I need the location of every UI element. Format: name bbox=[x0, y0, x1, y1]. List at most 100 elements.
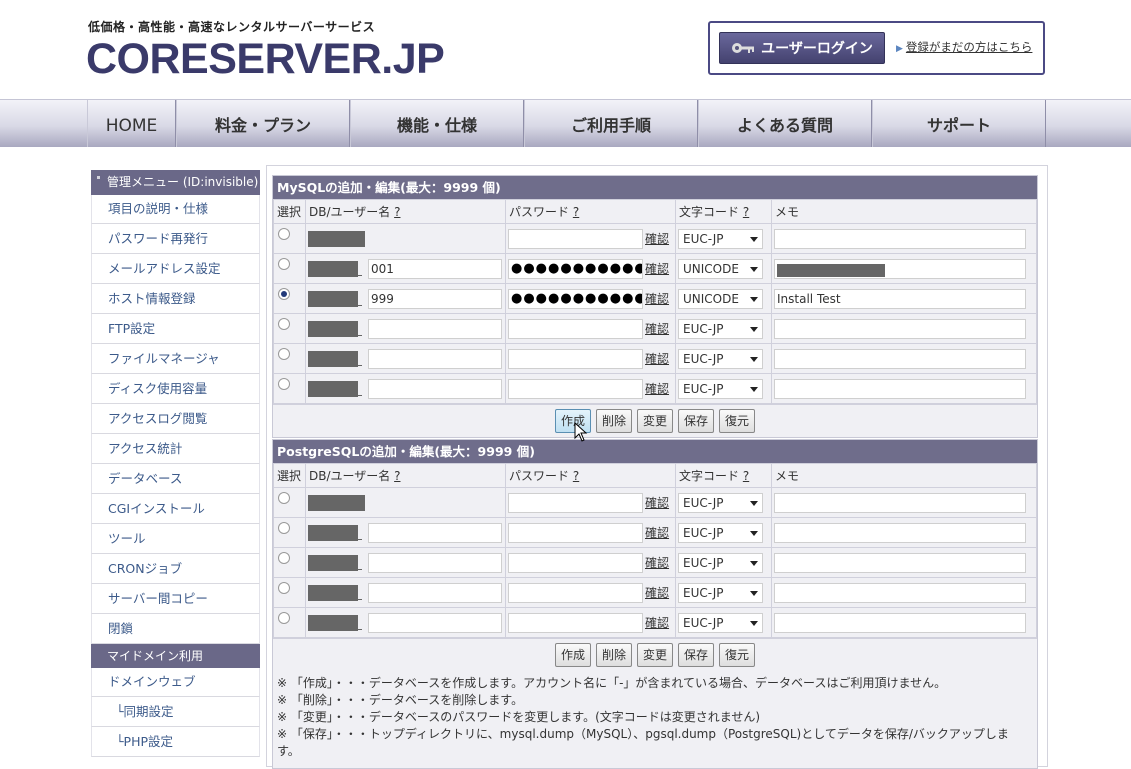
select-radio[interactable] bbox=[278, 552, 290, 564]
sidebar-item[interactable]: ツール bbox=[91, 524, 260, 554]
select-radio[interactable] bbox=[278, 378, 290, 390]
sidebar-item[interactable]: メールアドレス設定 bbox=[91, 254, 260, 284]
site-logo[interactable]: CORESERVER.JP bbox=[86, 36, 445, 82]
db-suffix-input[interactable]: 999 bbox=[368, 288, 502, 309]
select-radio[interactable] bbox=[278, 318, 290, 330]
confirm-link[interactable]: 確認 bbox=[645, 232, 669, 246]
password-input[interactable] bbox=[508, 522, 643, 543]
sidebar-item[interactable]: サーバー間コピー bbox=[91, 584, 260, 614]
confirm-link[interactable]: 確認 bbox=[645, 556, 669, 570]
charset-select[interactable]: EUC-JP bbox=[678, 612, 763, 633]
memo-input[interactable] bbox=[774, 318, 1026, 339]
help-link[interactable]: ? bbox=[394, 469, 400, 483]
confirm-link[interactable]: 確認 bbox=[645, 292, 669, 306]
password-input[interactable] bbox=[508, 492, 643, 513]
confirm-link[interactable]: 確認 bbox=[645, 526, 669, 540]
db-suffix-input[interactable] bbox=[368, 348, 502, 369]
memo-input[interactable] bbox=[774, 228, 1026, 249]
db-suffix-input[interactable] bbox=[368, 552, 502, 573]
mysql-change-button[interactable]: 変更 bbox=[636, 409, 673, 433]
charset-select[interactable]: EUC-JP bbox=[678, 228, 763, 249]
password-input[interactable] bbox=[508, 582, 643, 603]
password-input[interactable] bbox=[508, 552, 643, 573]
sidebar-item[interactable]: ドメインウェブ bbox=[91, 668, 260, 697]
db-suffix-input[interactable] bbox=[368, 522, 502, 543]
memo-input[interactable] bbox=[774, 492, 1026, 513]
sidebar-item[interactable]: ファイルマネージャ bbox=[91, 344, 260, 374]
confirm-link[interactable]: 確認 bbox=[645, 586, 669, 600]
memo-input[interactable]: Install Test bbox=[774, 288, 1026, 309]
nav-faq[interactable]: よくある質問 bbox=[698, 100, 872, 147]
sidebar-item[interactable]: CGIインストール bbox=[91, 494, 260, 524]
help-link[interactable]: ? bbox=[573, 469, 579, 483]
mysql-restore-button[interactable]: 復元 bbox=[719, 409, 756, 433]
password-input[interactable]: ●●●●●●●●●●● bbox=[508, 288, 643, 309]
charset-select[interactable]: EUC-JP bbox=[678, 348, 763, 369]
password-input[interactable] bbox=[508, 348, 643, 369]
sidebar-item[interactable]: └同期設定 bbox=[91, 697, 260, 727]
sidebar-item[interactable]: アクセスログ閲覧 bbox=[91, 404, 260, 434]
postgres-create-button[interactable]: 作成 bbox=[554, 643, 591, 667]
sidebar-item[interactable]: FTP設定 bbox=[91, 314, 260, 344]
mysql-save-button[interactable]: 保存 bbox=[678, 409, 715, 433]
charset-select[interactable]: EUC-JP bbox=[678, 522, 763, 543]
nav-support[interactable]: サポート bbox=[872, 100, 1046, 147]
nav-pricing[interactable]: 料金・プラン bbox=[176, 100, 350, 147]
password-input[interactable] bbox=[508, 612, 643, 633]
confirm-link[interactable]: 確認 bbox=[645, 382, 669, 396]
sidebar-item[interactable]: アクセス統計 bbox=[91, 434, 260, 464]
password-input[interactable] bbox=[508, 228, 643, 249]
password-input[interactable] bbox=[508, 378, 643, 399]
db-suffix-input[interactable]: 001 bbox=[368, 258, 502, 279]
sidebar-item[interactable]: CRONジョブ bbox=[91, 554, 260, 584]
sidebar-item[interactable]: ディスク使用容量 bbox=[91, 374, 260, 404]
sidebar-item[interactable]: 項目の説明・仕様 bbox=[91, 195, 260, 224]
password-input[interactable] bbox=[508, 318, 643, 339]
help-link[interactable]: ? bbox=[394, 205, 400, 219]
memo-input[interactable] bbox=[774, 378, 1026, 399]
select-radio[interactable] bbox=[278, 522, 290, 534]
charset-select[interactable]: UNICODE bbox=[678, 288, 763, 309]
user-login-button[interactable]: ユーザーログイン bbox=[719, 32, 885, 64]
confirm-link[interactable]: 確認 bbox=[645, 496, 669, 510]
memo-input[interactable] bbox=[774, 552, 1026, 573]
charset-select[interactable]: UNICODE bbox=[678, 258, 763, 279]
select-radio[interactable] bbox=[278, 348, 290, 360]
charset-select[interactable]: EUC-JP bbox=[678, 378, 763, 399]
help-link[interactable]: ? bbox=[743, 469, 749, 483]
db-suffix-input[interactable] bbox=[368, 612, 502, 633]
select-radio[interactable] bbox=[278, 228, 290, 240]
select-radio[interactable] bbox=[278, 582, 290, 594]
sidebar-item[interactable]: データベース bbox=[91, 464, 260, 494]
memo-input[interactable] bbox=[774, 348, 1026, 369]
confirm-link[interactable]: 確認 bbox=[645, 352, 669, 366]
sidebar-item[interactable]: └PHP設定 bbox=[91, 727, 260, 757]
db-suffix-input[interactable] bbox=[368, 582, 502, 603]
select-radio[interactable] bbox=[278, 258, 290, 270]
confirm-link[interactable]: 確認 bbox=[645, 322, 669, 336]
db-suffix-input[interactable] bbox=[368, 318, 502, 339]
db-suffix-input[interactable] bbox=[368, 378, 502, 399]
sidebar-item[interactable]: 閉鎖 bbox=[91, 614, 260, 644]
memo-input[interactable] bbox=[774, 522, 1026, 543]
sidebar-item[interactable]: パスワード再発行 bbox=[91, 224, 260, 254]
charset-select[interactable]: EUC-JP bbox=[678, 552, 763, 573]
register-link[interactable]: ▶ 登録がまだの方はこちら bbox=[896, 39, 1032, 55]
help-link[interactable]: ? bbox=[743, 205, 749, 219]
password-input[interactable]: ●●●●●●●●●●● bbox=[508, 258, 643, 279]
memo-input[interactable] bbox=[774, 258, 1026, 279]
charset-select[interactable]: EUC-JP bbox=[678, 582, 763, 603]
nav-home[interactable]: HOME bbox=[87, 100, 176, 147]
select-radio[interactable] bbox=[278, 612, 290, 624]
postgres-change-button[interactable]: 変更 bbox=[636, 643, 673, 667]
postgres-restore-button[interactable]: 復元 bbox=[719, 643, 756, 667]
postgres-save-button[interactable]: 保存 bbox=[678, 643, 715, 667]
memo-input[interactable] bbox=[774, 612, 1026, 633]
confirm-link[interactable]: 確認 bbox=[645, 616, 669, 630]
confirm-link[interactable]: 確認 bbox=[645, 262, 669, 276]
charset-select[interactable]: EUC-JP bbox=[678, 492, 763, 513]
postgres-delete-button[interactable]: 削除 bbox=[595, 643, 632, 667]
select-radio[interactable] bbox=[278, 288, 290, 300]
nav-procedure[interactable]: ご利用手順 bbox=[524, 100, 698, 147]
select-radio[interactable] bbox=[278, 492, 290, 504]
